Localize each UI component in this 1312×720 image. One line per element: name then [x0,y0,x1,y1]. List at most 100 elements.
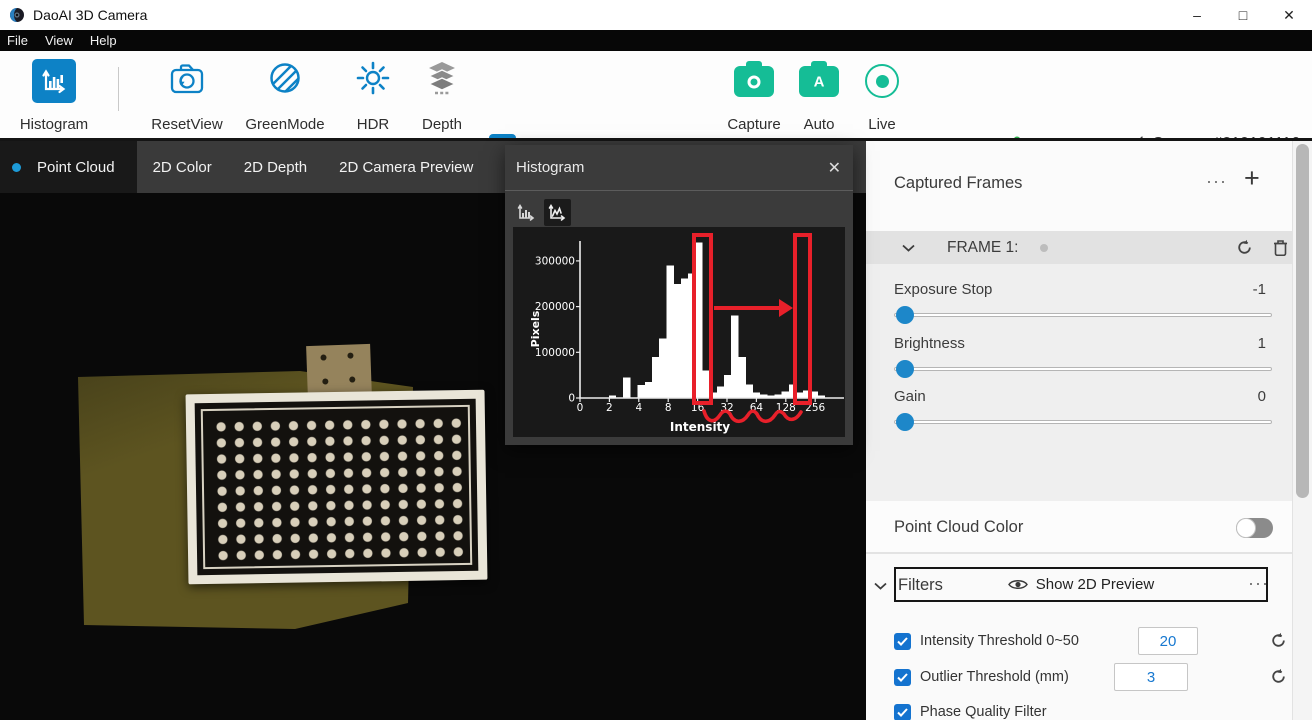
frame-1-label: FRAME 1: [947,239,1018,257]
tab-2d-camera-preview[interactable]: 2D Camera Preview [323,141,489,193]
bar-chart-icon [516,202,537,223]
add-frame-button[interactable]: + [1244,163,1260,194]
phase-quality-filter-row: Phase Quality Filter [894,698,1294,720]
toolbar: Histogram ResetView [0,51,1312,138]
histogram-chart-svg: 01000002000003000000248163264128256 Pixe… [513,227,845,437]
exposure-stop-value: -1 [1253,281,1266,298]
exposure-stop-label: Exposure Stop [894,281,992,298]
settings-panel: Captured Frames ··· + FRAME 1: [866,141,1312,720]
minimize-button[interactable]: – [1174,0,1220,30]
chevron-down-icon [902,244,915,252]
maximize-button[interactable]: □ [1220,0,1266,30]
calibration-dot-grid [210,413,464,562]
frame-1-header[interactable]: FRAME 1: [866,231,1312,264]
calibration-board [186,390,488,585]
annotation-arrow-head [779,299,793,317]
filters-title: Filters [898,576,943,595]
auto-camera-icon: A [799,66,839,97]
section-divider [866,552,1312,554]
svg-text:100000: 100000 [535,347,575,359]
check-icon [897,708,908,717]
auto-button[interactable]: A Auto [793,59,845,133]
intensity-threshold-checkbox[interactable] [894,633,911,650]
svg-text:0: 0 [568,393,575,405]
application-window: DaoAI 3D Camera – □ ✕ File View Help [0,0,1312,720]
app-icon [9,7,25,23]
live-button[interactable]: Live [855,59,909,133]
active-tab-dot-icon [12,163,21,172]
phase-quality-filter-checkbox[interactable] [894,704,911,720]
mounting-bracket [306,344,372,398]
chart-xlabel: Intensity [670,420,730,434]
greenmode-button[interactable]: GreenMode [243,59,327,133]
slider-thumb[interactable] [896,306,914,324]
outlier-threshold-reset-icon[interactable] [1270,668,1287,685]
histogram-chart: 01000002000003000000248163264128256 Pixe… [513,227,845,437]
svg-text:300000: 300000 [535,255,575,267]
slider-thumb[interactable] [896,360,914,378]
depth-label: Depth [422,116,462,133]
menu-bar: File View Help [0,30,1312,51]
capture-button[interactable]: Capture [724,59,784,133]
brightness-value: 1 [1258,335,1266,352]
filters-header[interactable]: Filters ··· [866,573,1312,601]
greenmode-label: GreenMode [245,116,324,133]
auto-label: Auto [804,116,835,133]
menu-file[interactable]: File [5,33,39,48]
intensity-threshold-reset-icon[interactable] [1270,632,1287,649]
panel-scrollbar-thumb[interactable] [1296,144,1309,498]
brightness-slider[interactable] [894,360,1272,378]
histogram-panel-close-button[interactable]: ✕ [828,158,841,178]
svg-text:0: 0 [577,402,584,414]
histogram-button-label: Histogram [20,116,88,133]
chart-ylabel: Pixels [529,310,542,347]
point-cloud-color-toggle[interactable] [1236,518,1273,538]
histogram-curve-mode-button[interactable] [544,199,571,226]
frame-delete-trash-icon[interactable] [1273,239,1288,256]
histogram-panel-title: Histogram [516,159,584,176]
captured-frames-more-button[interactable]: ··· [1206,171,1227,192]
title-bar: DaoAI 3D Camera – □ ✕ [0,0,1312,30]
brightness-label: Brightness [894,335,965,352]
intensity-threshold-row: Intensity Threshold 0~50 20 [894,627,1294,655]
histogram-bar-mode-button[interactable] [513,199,540,226]
annotation-box-high-intensity [795,235,810,403]
menu-view[interactable]: View [43,33,84,48]
green-mode-icon [266,59,304,97]
histogram-panel: Histogram ✕ 0100000200000 [505,145,853,445]
tab-point-cloud[interactable]: Point Cloud [0,141,137,193]
live-label: Live [868,116,896,133]
depth-button[interactable]: Depth [412,59,472,133]
frame-reset-icon[interactable] [1236,239,1253,256]
depth-layers-icon [423,59,461,97]
svg-text:4: 4 [635,402,642,414]
outlier-threshold-input[interactable]: 3 [1114,663,1188,691]
point-cloud-color-label: Point Cloud Color [894,518,1023,537]
check-icon [897,673,908,682]
intensity-threshold-label: Intensity Threshold 0~50 [920,633,1079,649]
frame-settings-section: Exposure Stop -1 Brightness 1 Gain 0 Sho… [866,264,1312,501]
resetview-button[interactable]: ResetView [147,59,227,133]
tab-2d-depth[interactable]: 2D Depth [228,141,323,193]
svg-text:8: 8 [665,402,672,414]
calibration-board-face [195,399,479,575]
outlier-threshold-row: Outlier Threshold (mm) 3 [894,663,1294,691]
intensity-threshold-input[interactable]: 20 [1138,627,1198,655]
exposure-stop-slider[interactable] [894,306,1272,324]
captured-frames-header: Captured Frames ··· + [866,141,1312,231]
svg-text:2: 2 [606,402,613,414]
close-button[interactable]: ✕ [1266,0,1312,30]
histogram-bars [609,243,825,398]
panel-scrollbar-track[interactable] [1292,141,1312,720]
hdr-sun-icon [354,59,392,97]
filters-more-button[interactable]: ··· [1248,573,1269,594]
menu-help[interactable]: Help [88,33,128,48]
phase-quality-filter-label: Phase Quality Filter [920,704,1047,720]
resetview-label: ResetView [151,116,222,133]
gain-slider[interactable] [894,413,1272,431]
hdr-button[interactable]: HDR [343,59,403,133]
outlier-threshold-checkbox[interactable] [894,669,911,686]
histogram-toggle-button[interactable]: Histogram [12,59,96,133]
slider-thumb[interactable] [896,413,914,431]
tab-2d-color[interactable]: 2D Color [137,141,228,193]
